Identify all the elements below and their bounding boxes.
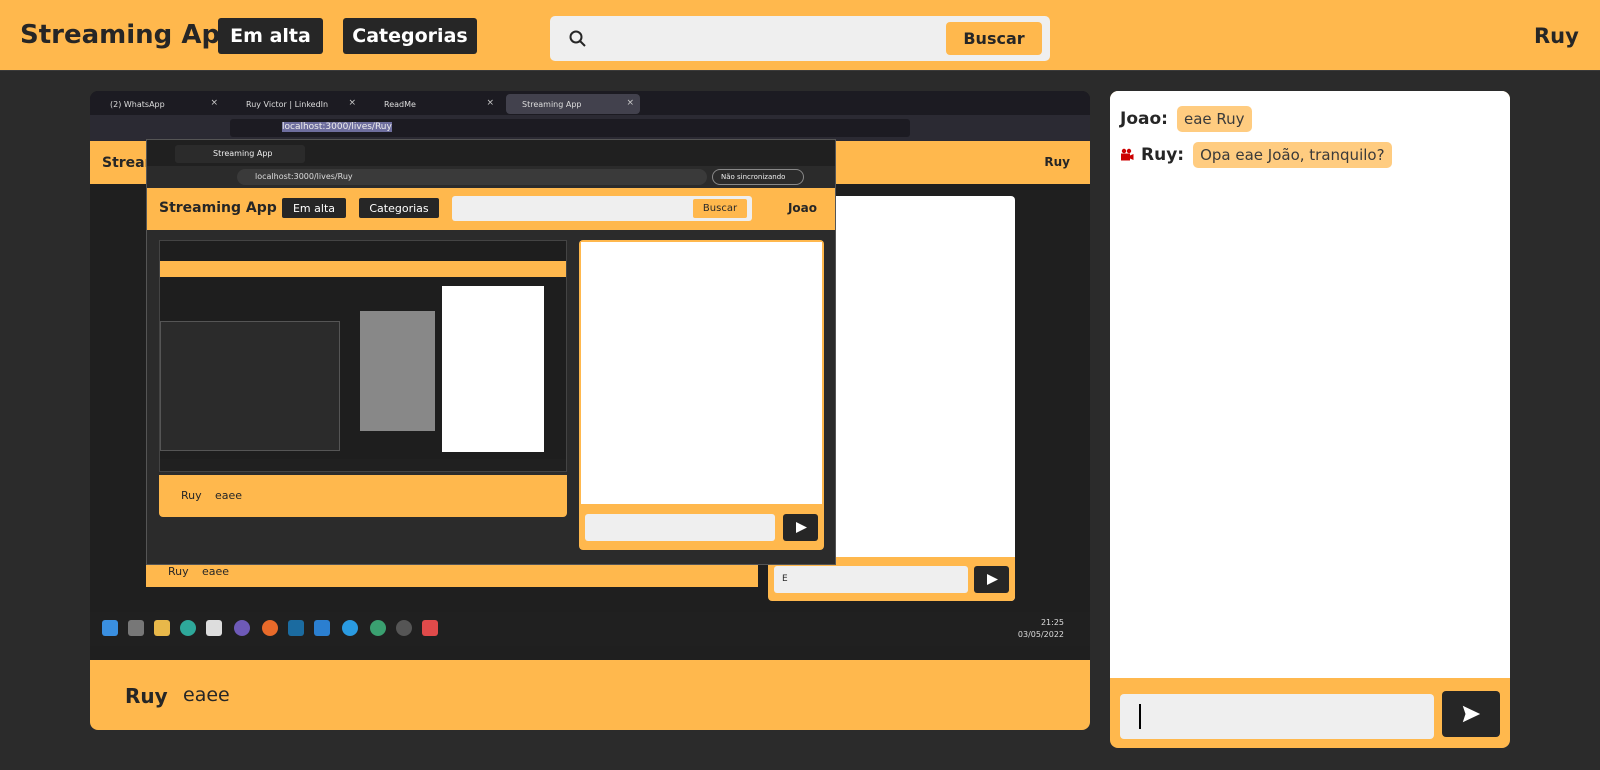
docker-icon: [342, 620, 358, 636]
captured-chat-panel: [579, 240, 824, 550]
streamer-name[interactable]: Ruy: [125, 684, 168, 708]
captured-video-frame: [159, 240, 567, 472]
captured-app-header: Streaming App Em alta Categorias Buscar …: [147, 188, 835, 230]
windows-start-icon: [102, 620, 118, 636]
vscode-icon: [314, 620, 330, 636]
captured-browser-window: Streaming App localhost:3000/lives/Ruy N…: [146, 139, 836, 565]
chat-messages: Joao: eae Ruy Ruy: Opa eae João, tranqui…: [1110, 91, 1510, 678]
edge-icon: [180, 620, 196, 636]
captured-tab-bar: (2) WhatsApp × Ruy Victor | LinkedIn × Rea…: [90, 91, 1090, 115]
search-bar: Buscar: [550, 16, 1050, 61]
captured-user: Ruy: [1044, 155, 1070, 169]
close-icon: ×: [486, 98, 494, 108]
stream-info-bar: Ruy eaee: [90, 660, 1090, 730]
send-icon: [796, 522, 807, 533]
captured-url-field: localhost:3000/lives/Ruy: [230, 119, 910, 137]
send-button[interactable]: [1442, 691, 1500, 737]
captured-app-logo: Streaming App: [159, 200, 277, 216]
captured-url-bar: localhost:3000/lives/Ruy: [90, 115, 1090, 141]
stream-title: eaee: [183, 684, 230, 706]
chat-message: Ruy: Opa eae João, tranquilo?: [1120, 142, 1392, 168]
captured-search-bar: Buscar: [452, 196, 752, 221]
captured-chat-input: E: [774, 566, 968, 593]
video-frame[interactable]: (2) WhatsApp × Ruy Victor | LinkedIn × Rea…: [90, 91, 1090, 660]
search-icon: [569, 30, 586, 47]
folder-icon: [154, 620, 170, 636]
steam-icon: [288, 620, 304, 636]
chat-message-text: eae Ruy: [1176, 106, 1252, 132]
firefox-icon: [262, 620, 278, 636]
browser-icon: [234, 620, 250, 636]
globe-icon: [370, 620, 386, 636]
captured-url-field: localhost:3000/lives/Ruy: [237, 169, 707, 185]
chat-message-sender: Ruy:: [1141, 145, 1185, 165]
nav-categorias-button[interactable]: Categorias: [343, 18, 477, 54]
captured-taskbar: 21:25 03/05/2022: [90, 612, 1090, 646]
send-icon: [987, 574, 998, 585]
task-view-icon: [128, 620, 144, 636]
top-header: Streaming App Em alta Categorias Buscar …: [0, 0, 1600, 71]
chat-input[interactable]: [1120, 694, 1434, 739]
stream-player: (2) WhatsApp × Ruy Victor | LinkedIn × Rea…: [90, 91, 1090, 730]
captured-url-bar: localhost:3000/lives/Ruy Não sincronizan…: [147, 166, 835, 188]
video-camera-icon: [1121, 148, 1134, 161]
captured-tab-bar: Streaming App: [147, 140, 835, 166]
store-icon: [206, 620, 222, 636]
search-button[interactable]: Buscar: [946, 22, 1042, 55]
chat-message-text: Opa eae João, tranquilo?: [1193, 142, 1392, 168]
close-icon: ×: [210, 98, 218, 108]
obs-icon: [396, 620, 412, 636]
search-input[interactable]: [602, 24, 992, 53]
captured-tab: (2) WhatsApp ×: [110, 98, 218, 109]
captured-stream-footer: Ruy eaee: [159, 475, 567, 517]
text-cursor: [1139, 704, 1141, 729]
close-icon: ×: [626, 98, 634, 108]
captured-nav-button: Categorias: [359, 198, 439, 218]
sync-badge: Não sincronizando: [712, 169, 804, 185]
user-menu[interactable]: Ruy: [1534, 24, 1579, 48]
captured-tab: Ruy Victor | LinkedIn ×: [246, 98, 356, 109]
close-icon: ×: [348, 98, 356, 108]
captured-clock: 21:25 03/05/2022: [1017, 618, 1064, 639]
captured-tab: Streaming App: [175, 145, 305, 163]
captured-send-button: [974, 566, 1009, 593]
chat-message: Joao: eae Ruy: [1120, 106, 1252, 132]
chat-panel: Joao: eae Ruy Ruy: Opa eae João, tranqui…: [1110, 91, 1510, 748]
app-logo[interactable]: Streaming App: [20, 20, 239, 50]
app-icon: [422, 620, 438, 636]
captured-tab: Streaming App ×: [506, 94, 640, 114]
chat-message-sender: Joao:: [1120, 109, 1168, 129]
captured-tab: ReadMe ×: [384, 98, 494, 109]
captured-user: Joao: [787, 201, 817, 215]
nav-em-alta-button[interactable]: Em alta: [218, 18, 323, 54]
send-icon: [1462, 705, 1481, 723]
captured-nav-button: Em alta: [282, 198, 346, 218]
